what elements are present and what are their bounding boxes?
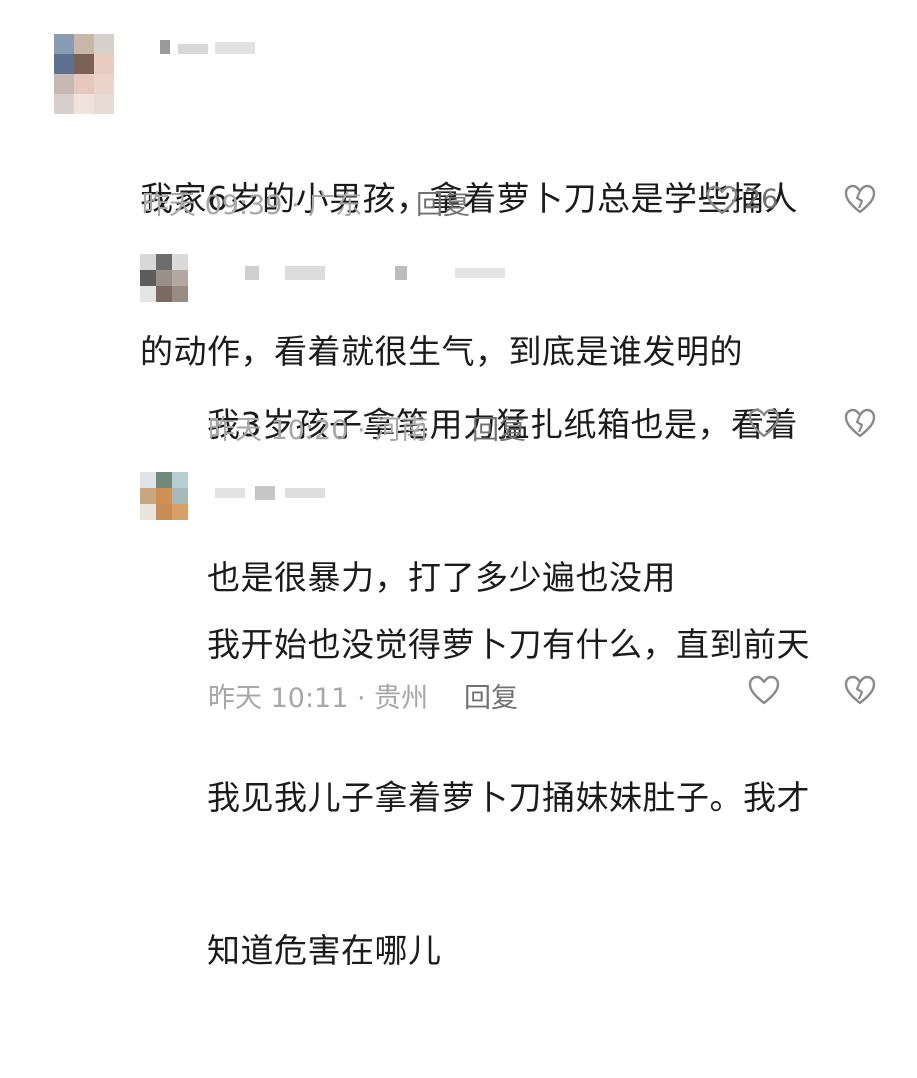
comment-timestamp-location: 昨天 10:11 · 贵州 [208,683,429,714]
comment-1: 我家6岁的小男孩，拿着萝卜刀总是学些捅人 的动作，看着就很生气，到底是谁发明的 … [0,0,917,371]
avatar[interactable] [140,472,188,520]
avatar[interactable] [140,254,188,302]
like-button[interactable] [748,408,786,438]
comment-timestamp-location: 昨天 10:20 · 河南 [208,415,429,446]
comment-timestamp-location: 昨天 09:39 · 广东 [142,190,363,221]
username-blurred[interactable] [205,262,525,284]
heart-icon [748,675,780,705]
heart-icon [748,408,780,438]
broken-heart-icon [844,408,876,438]
broken-heart-icon [844,675,876,705]
avatar[interactable] [54,34,114,114]
dislike-button[interactable] [844,184,876,214]
like-count: 26 [744,184,779,215]
dislike-button[interactable] [844,675,876,705]
reply-button[interactable]: 回复 [464,676,518,715]
broken-heart-icon [844,184,876,214]
dislike-button[interactable] [844,408,876,438]
comment-text: 我开始也没觉得萝卜刀有什么，直到前天 我见我儿子拿着萝卜刀捅妹妹肚子。我才 知道… [207,625,810,970]
like-button[interactable] [748,675,786,705]
like-button[interactable]: 26 [706,184,778,215]
comment-2: 我3岁孩子拿笔用力猛扎纸箱也是，看着 也是很暴力，打了多少遍也没用 昨天 10:… [0,240,917,597]
username-blurred[interactable] [205,482,345,504]
heart-icon [706,185,738,215]
comment-3: 我开始也没觉得萝卜刀有什么，直到前天 我见我儿子拿着萝卜刀捅妹妹肚子。我才 知道… [0,460,917,970]
username-blurred[interactable] [160,40,280,60]
reply-button[interactable]: 回复 [416,183,470,222]
reply-button[interactable]: 回复 [472,408,526,447]
